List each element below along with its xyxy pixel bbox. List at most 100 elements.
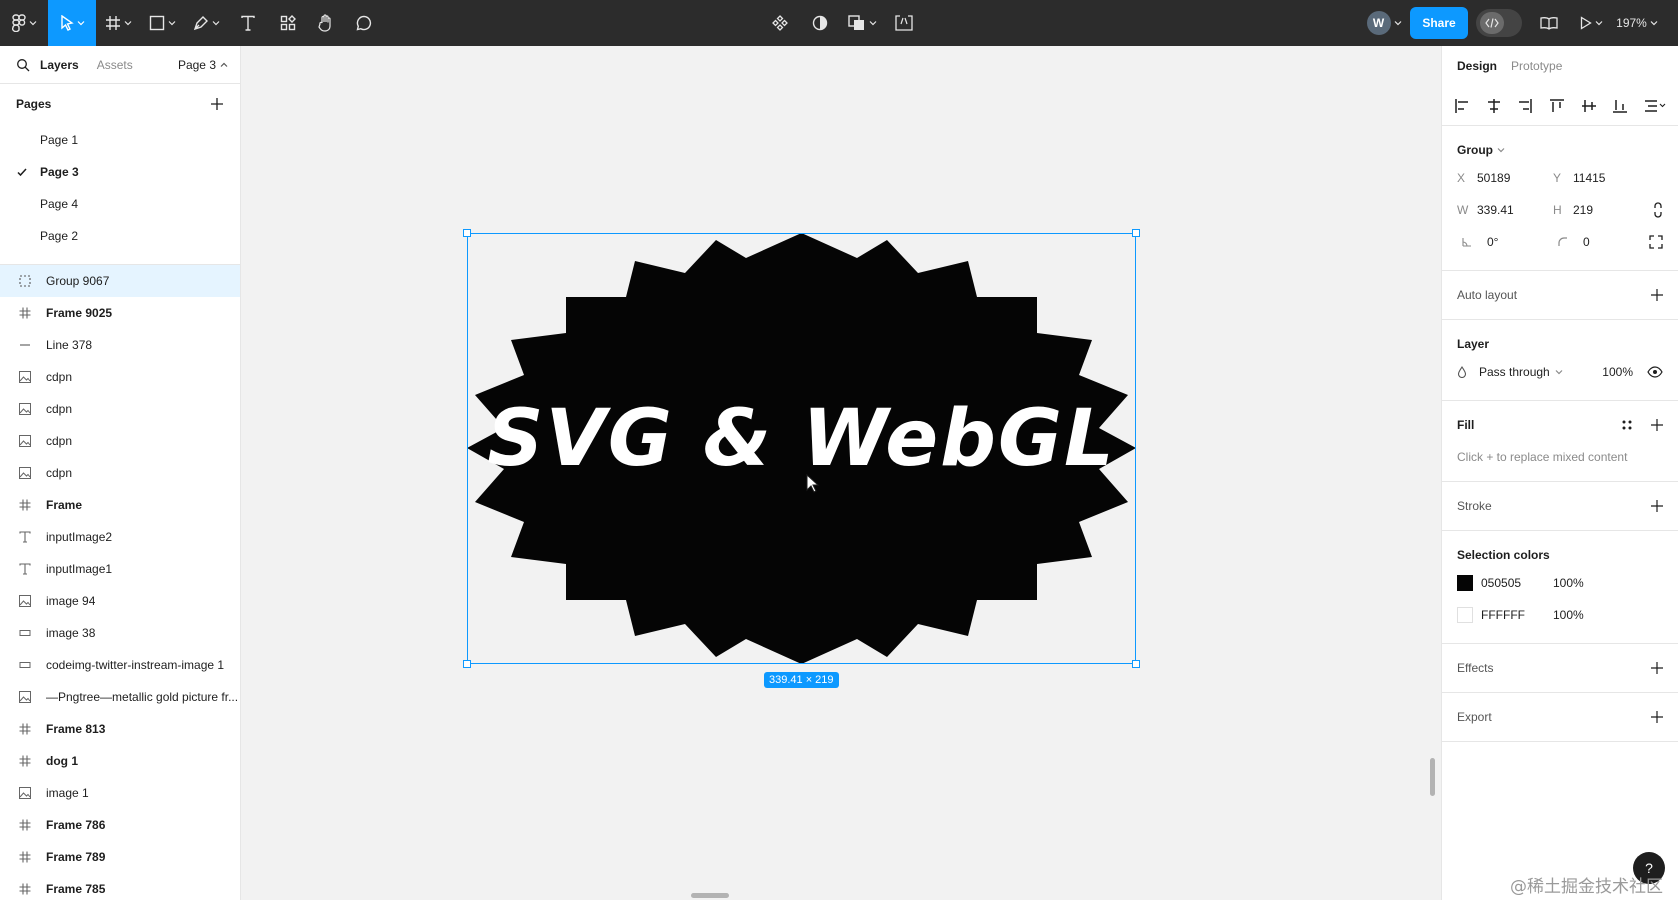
corner-radius-field[interactable]: 0 xyxy=(1553,235,1649,249)
distribute-icon[interactable] xyxy=(1644,98,1666,114)
main-menu-button[interactable] xyxy=(0,0,48,46)
share-button[interactable]: Share xyxy=(1410,7,1468,39)
selection-color-row[interactable]: 050505 100% xyxy=(1457,567,1663,599)
crop-button[interactable] xyxy=(884,0,924,46)
boolean-ops-button[interactable] xyxy=(840,0,884,46)
add-page-icon[interactable] xyxy=(210,97,224,111)
group-header[interactable]: Group xyxy=(1457,138,1663,162)
comment-tool-button[interactable] xyxy=(344,0,384,46)
stroke-title: Stroke xyxy=(1457,499,1492,513)
layer-row[interactable]: cdpn xyxy=(0,425,240,457)
layer-row[interactable]: inputImage1 xyxy=(0,553,240,585)
resize-handle-tr[interactable] xyxy=(1132,229,1140,237)
layer-row[interactable]: Frame xyxy=(0,489,240,521)
tab-design[interactable]: Design xyxy=(1457,59,1497,73)
resources-tool-button[interactable] xyxy=(268,0,308,46)
add-effect-icon[interactable] xyxy=(1651,662,1663,674)
layer-row[interactable]: cdpn xyxy=(0,393,240,425)
present-button[interactable] xyxy=(1570,0,1612,46)
tab-prototype[interactable]: Prototype xyxy=(1511,59,1562,73)
align-horizontal-center-icon[interactable] xyxy=(1486,98,1502,114)
independent-corners-icon[interactable] xyxy=(1649,235,1663,249)
move-tool-button[interactable] xyxy=(48,0,96,46)
layer-row[interactable]: Frame 785 xyxy=(0,873,240,900)
page-dropdown[interactable]: Page 3 xyxy=(178,58,228,72)
layer-name: Frame xyxy=(46,498,83,512)
add-stroke-icon[interactable] xyxy=(1651,500,1663,512)
align-vertical-center-icon[interactable] xyxy=(1581,98,1597,114)
y-field[interactable]: Y 11415 xyxy=(1553,171,1649,185)
zoom-menu-button[interactable]: 197% xyxy=(1612,0,1662,46)
h-key: H xyxy=(1553,203,1562,217)
export-header: Export xyxy=(1457,705,1663,729)
align-bottom-icon[interactable] xyxy=(1612,98,1628,114)
layer-row[interactable]: dog 1 xyxy=(0,745,240,777)
layer-list: Group 9067 Frame 9025 Line 378 cdpn cdpn cdpn… xyxy=(0,265,240,900)
page-item[interactable]: Page 1 xyxy=(0,124,240,156)
create-component-button[interactable] xyxy=(760,0,800,46)
canvas[interactable]: SVG & WebGL 339.41 × 219 xyxy=(241,46,1441,900)
tab-assets[interactable]: Assets xyxy=(97,58,133,72)
align-right-icon[interactable] xyxy=(1517,98,1533,114)
add-auto-layout-icon[interactable] xyxy=(1651,289,1663,301)
layer-row[interactable]: image 1 xyxy=(0,777,240,809)
layer-row[interactable]: image 94 xyxy=(0,585,240,617)
page-item[interactable]: Page 4 xyxy=(0,188,240,220)
layer-name: Frame 785 xyxy=(46,882,106,896)
layer-row[interactable]: codeimg-twitter-instream-image 1 xyxy=(0,649,240,681)
layer-row[interactable]: cdpn xyxy=(0,457,240,489)
color-swatch[interactable] xyxy=(1457,575,1473,591)
layer-opacity-input[interactable]: 100% xyxy=(1602,365,1633,379)
left-panel: Layers Assets Page 3 Pages Page 1 Page 3… xyxy=(0,46,241,900)
text-tool-button[interactable] xyxy=(228,0,268,46)
resize-handle-br[interactable] xyxy=(1132,660,1140,668)
rotation-field[interactable]: 0° xyxy=(1457,235,1553,249)
align-left-icon[interactable] xyxy=(1454,98,1470,114)
page-dropdown-label: Page 3 xyxy=(177,57,216,72)
vertical-scrollbar[interactable] xyxy=(1430,758,1435,796)
layer-row[interactable]: Frame 789 xyxy=(0,841,240,873)
tab-layers[interactable]: Layers xyxy=(40,58,79,72)
selection-colors-title: Selection colors xyxy=(1457,548,1550,562)
layer-row[interactable]: Frame 9025 xyxy=(0,297,240,329)
frame-icon xyxy=(105,16,120,30)
pen-tool-button[interactable] xyxy=(184,0,228,46)
dev-mode-toggle[interactable] xyxy=(1470,0,1528,46)
effects-header: Effects xyxy=(1457,656,1663,680)
page-item-current[interactable]: Page 3 xyxy=(0,156,240,188)
align-top-icon[interactable] xyxy=(1549,98,1565,114)
search-icon[interactable] xyxy=(16,58,30,72)
layer-row[interactable]: inputImage2 xyxy=(0,521,240,553)
layer-row-selected[interactable]: Group 9067 xyxy=(0,265,240,297)
library-button[interactable] xyxy=(1528,0,1570,46)
resize-handle-tl[interactable] xyxy=(463,229,471,237)
layer-row[interactable]: Frame 813 xyxy=(0,713,240,745)
x-field[interactable]: X 50189 xyxy=(1457,171,1553,185)
layer-row[interactable]: —Pngtree—metallic gold picture fr... xyxy=(0,681,240,713)
chevron-down-icon xyxy=(168,21,175,26)
layer-row[interactable]: Frame 786 xyxy=(0,809,240,841)
add-export-icon[interactable] xyxy=(1651,711,1663,723)
page-item[interactable]: Page 2 xyxy=(0,220,240,252)
constrain-proportions-icon[interactable] xyxy=(1653,202,1663,218)
blend-mode-select[interactable]: Pass through xyxy=(1479,365,1550,379)
hand-tool-button[interactable] xyxy=(308,0,344,46)
frame-tool-button[interactable] xyxy=(96,0,140,46)
layer-row[interactable]: image 38 xyxy=(0,617,240,649)
avatar-menu-button[interactable]: W xyxy=(1360,0,1408,46)
selection-colors-section: Selection colors 050505 100% FFFFFF 100% xyxy=(1442,531,1678,644)
h-field[interactable]: H 219 xyxy=(1553,203,1649,217)
styles-icon[interactable] xyxy=(1621,419,1633,431)
add-fill-icon[interactable] xyxy=(1651,419,1663,431)
layer-row[interactable]: Line 378 xyxy=(0,329,240,361)
mask-button[interactable] xyxy=(800,0,840,46)
resize-handle-bl[interactable] xyxy=(463,660,471,668)
shape-tool-button[interactable] xyxy=(140,0,184,46)
layer-name: image 1 xyxy=(46,786,89,800)
selection-color-row[interactable]: FFFFFF 100% xyxy=(1457,599,1663,631)
layer-row[interactable]: cdpn xyxy=(0,361,240,393)
horizontal-scrollbar[interactable] xyxy=(691,893,729,898)
w-field[interactable]: W 339.41 xyxy=(1457,203,1553,217)
eye-icon[interactable] xyxy=(1647,366,1663,378)
color-swatch[interactable] xyxy=(1457,607,1473,623)
